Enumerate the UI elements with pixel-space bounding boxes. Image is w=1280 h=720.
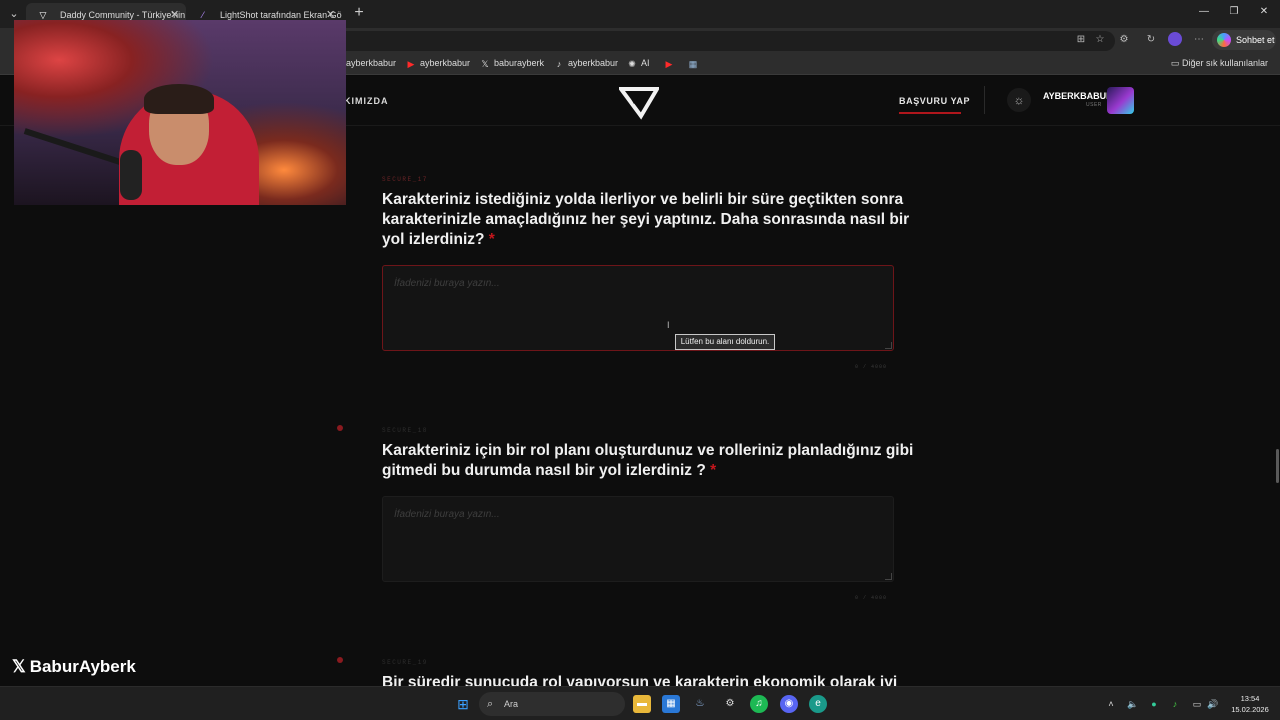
validation-tooltip: Lütfen bu alanı doldurun.: [675, 334, 775, 350]
clock-date: 15.02.2026: [1231, 705, 1269, 714]
taskbar-clock[interactable]: 13:54 15.02.2026: [1227, 693, 1273, 715]
x-handle-text: BaburAyberk: [29, 657, 136, 676]
image-icon: ▦: [688, 59, 698, 69]
file-explorer-icon[interactable]: ▬: [633, 695, 651, 713]
question-text-body: Bir süredir sunucuda rol yapıyorsun ve k…: [382, 674, 898, 686]
question-text-body: Karakteriniz için bir rol planı oluşturd…: [382, 442, 914, 479]
bookmark-item[interactable]: ▶ ayberkbabur: [406, 58, 471, 69]
chat-button-label: Sohbet et: [1236, 35, 1275, 45]
username[interactable]: AYBERKBABUR: [1043, 91, 1113, 101]
microphone-icon[interactable]: ♪: [1168, 697, 1182, 711]
mic-arm: [23, 128, 131, 168]
answer-textarea[interactable]: İfadenizi buraya yazın...: [382, 496, 894, 582]
other-bookmarks[interactable]: ▭ Diğer sık kullanılanlar: [1171, 58, 1268, 69]
question-marker-dot: [337, 425, 343, 431]
copilot-icon: [1217, 33, 1231, 47]
required-asterisk: *: [710, 462, 717, 479]
x-icon: 𝕏: [481, 59, 489, 69]
tab-title: Daddy Community - Türkiye'nin En: [60, 10, 186, 20]
close-window-icon[interactable]: ✕: [1257, 5, 1271, 19]
question-code: SECURE_17: [382, 176, 428, 183]
answer-placeholder: İfadenizi buraya yazın...: [394, 509, 500, 520]
bookmark-label: ayberkbabur: [568, 58, 619, 68]
x-logo-icon: 𝕏: [12, 657, 26, 676]
discord-icon[interactable]: ◉: [780, 695, 798, 713]
folder-icon: ▭: [1170, 58, 1180, 68]
bookmark-item[interactable]: ▦: [688, 58, 702, 69]
tab-title: LightShot tarafından Ekran Görünt: [220, 10, 342, 20]
question-text-body: Karakteriniz istediğiniz yolda ilerliyor…: [382, 191, 910, 248]
microphone-icon: [120, 150, 142, 200]
apply-nav-link[interactable]: BAŞVURU YAP: [899, 96, 970, 106]
bookmark-item[interactable]: ayberkbabur: [346, 58, 396, 68]
app-install-icon[interactable]: ⊞: [1074, 33, 1088, 47]
openai-icon: ✺: [628, 59, 636, 69]
bookmark-label: ayberkbabur: [346, 58, 397, 68]
question-marker-dot: [337, 657, 343, 663]
streamer-hair: [144, 84, 214, 114]
clock-time: 13:54: [1240, 694, 1260, 703]
required-asterisk: *: [488, 231, 495, 248]
feather-icon: ⁄: [202, 10, 204, 20]
active-nav-underline: [899, 112, 961, 114]
minimize-icon[interactable]: —: [1197, 5, 1211, 19]
youtube-icon: ▶: [665, 59, 673, 69]
steam-icon[interactable]: ♨: [691, 695, 709, 713]
bookmark-item[interactable]: ♪ ayberkbabur: [554, 58, 618, 69]
bookmark-item[interactable]: ▶: [664, 58, 678, 69]
speaker-icon[interactable]: 🔊: [1206, 697, 1220, 711]
bookmark-label: ayberkbabur: [420, 58, 471, 68]
user-avatar[interactable]: [1107, 87, 1134, 114]
copilot-chat-button[interactable]: Sohbet et: [1212, 30, 1276, 50]
site-logo-icon[interactable]: [619, 80, 659, 120]
tray-app-icon[interactable]: ●: [1147, 697, 1161, 711]
header-divider: [984, 86, 985, 114]
answer-placeholder: İfadenizi buraya yazın...: [394, 278, 500, 289]
taskbar-search[interactable]: ⌕ Ara: [479, 692, 625, 716]
community-logo-icon: ▽: [39, 10, 47, 20]
display-icon[interactable]: ▭: [1190, 697, 1204, 711]
resize-handle[interactable]: [885, 573, 892, 580]
question-text: Bir süredir sunucuda rol yapıyorsun ve k…: [382, 673, 942, 686]
more-menu-icon[interactable]: ⋯: [1192, 33, 1206, 47]
youtube-icon: ▶: [407, 59, 415, 69]
answer-textarea[interactable]: İfadenizi buraya yazın...: [382, 265, 894, 351]
bookmark-item[interactable]: 𝕏baburayberk: [480, 58, 544, 69]
bookmark-label: AI: [641, 58, 650, 68]
tiktok-icon: ♪: [556, 59, 562, 69]
char-counter: 0 / 4000: [855, 595, 888, 601]
text-cursor-icon: I: [667, 320, 670, 330]
microsoft-store-icon[interactable]: ▦: [662, 695, 680, 713]
bookmark-item[interactable]: ✺ AI: [627, 58, 650, 69]
spotify-icon[interactable]: ♫: [750, 695, 768, 713]
resize-handle[interactable]: [885, 342, 892, 349]
question-text: Karakteriniz için bir rol planı oluşturd…: [382, 441, 922, 481]
char-counter: 0 / 4000: [855, 364, 888, 370]
volume-icon[interactable]: 🔈: [1126, 697, 1140, 711]
theme-toggle-sun-icon[interactable]: ☼: [1007, 88, 1031, 112]
favorite-star-icon[interactable]: ☆: [1093, 33, 1107, 47]
search-icon: ⌕: [487, 698, 494, 710]
edge-browser-icon[interactable]: e: [809, 695, 827, 713]
windows-start-icon[interactable]: ⊞: [454, 695, 472, 713]
question-code: SECURE_18: [382, 427, 428, 434]
user-role: USER: [1086, 102, 1102, 108]
question-text: Karakteriniz istediğiniz yolda ilerliyor…: [382, 190, 922, 250]
new-tab-plus-icon[interactable]: +: [351, 4, 367, 22]
x-handle-overlay: 𝕏 BaburAyberk: [12, 657, 136, 677]
history-icon[interactable]: ↻: [1144, 33, 1158, 47]
restore-window-icon[interactable]: ❐: [1227, 5, 1241, 19]
page-scrollbar-thumb[interactable]: [1276, 449, 1279, 483]
tray-overflow-chevron-icon[interactable]: ˄: [1104, 697, 1118, 711]
bookmark-label: baburayberk: [494, 58, 545, 68]
extensions-icon[interactable]: ⚙: [1117, 33, 1131, 47]
app-icon[interactable]: ⚙: [721, 695, 739, 713]
nav-link-about[interactable]: KIMIZDA: [344, 96, 389, 106]
webcam-overlay: [14, 20, 346, 205]
question-code: SECURE_19: [382, 659, 428, 666]
profile-avatar-icon[interactable]: [1168, 32, 1182, 46]
other-bookmarks-label: Diğer sık kullanılanlar: [1181, 58, 1268, 68]
taskbar-search-label: Ara: [504, 699, 519, 709]
